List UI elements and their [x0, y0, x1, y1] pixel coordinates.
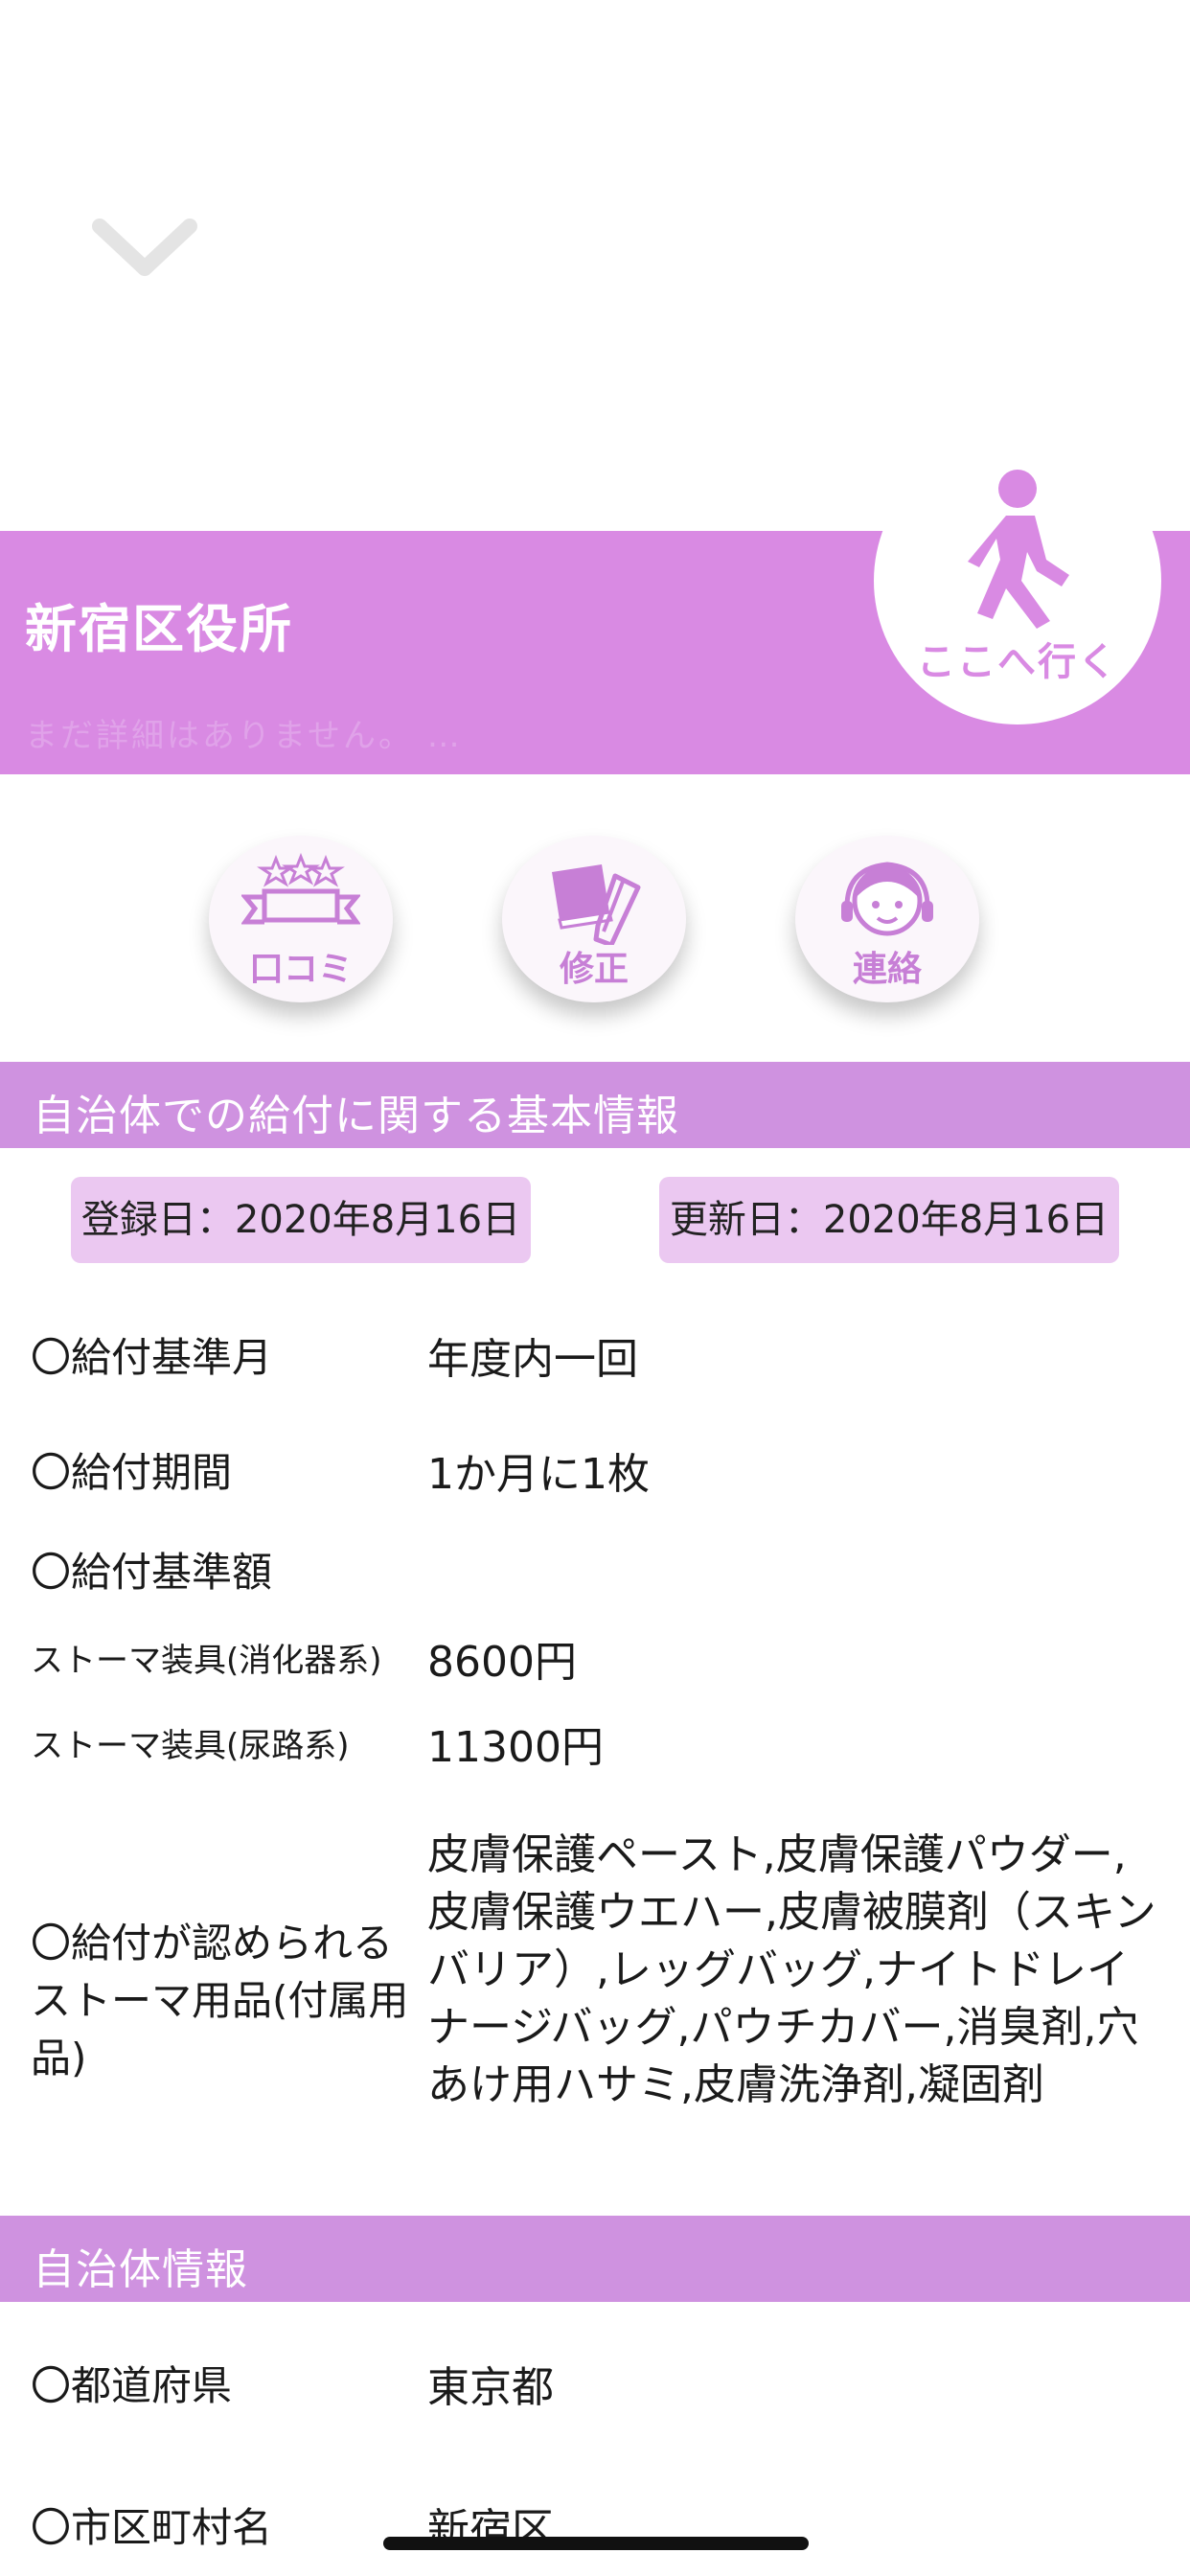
place-subtitle: まだ詳細はありません。 … [25, 717, 463, 755]
row-label-city: 〇市区町村名 [31, 2504, 273, 2551]
walking-person-icon [968, 470, 1069, 629]
home-indicator[interactable] [383, 2537, 809, 2550]
row-value-benefit-month: 年度内一回 [427, 1335, 638, 1384]
row-label-prefecture: 〇都道府県 [31, 2362, 233, 2409]
edit-label: 修正 [559, 950, 629, 989]
row-label-supplies: 〇給付が認められるストーマ用品(付属用品) [31, 1920, 409, 2082]
contact-operator-icon [841, 862, 933, 936]
row-label-benefit-month: 〇給付基準月 [31, 1334, 273, 1381]
section-title: 自治体での給付に関する基本情報 [33, 1092, 679, 1140]
contact-label: 連絡 [852, 950, 922, 989]
section-header-municipality: 自治体情報 [0, 2216, 1190, 2302]
review-stars-icon [241, 853, 360, 925]
edit-pencil-icon [552, 864, 641, 945]
place-title: 新宿区役所 [25, 599, 293, 659]
updated-date-badge: 更新日：2020年8月16日 [659, 1177, 1119, 1263]
edit-button[interactable]: 修正 [502, 836, 686, 1002]
row-label-urinary: ストーマ装具(尿路系) [31, 1727, 350, 1765]
registered-date-badge: 登録日：2020年8月16日 [71, 1177, 531, 1263]
chevron-down-icon[interactable] [92, 213, 197, 289]
row-value-prefecture: 東京都 [427, 2363, 554, 2412]
row-label-benefit-amount: 〇給付基準額 [31, 1549, 273, 1596]
contact-button[interactable]: 連絡 [795, 836, 979, 1002]
section-header-basic-info: 自治体での給付に関する基本情報 [0, 1062, 1190, 1148]
section-title: 自治体情報 [33, 2245, 248, 2294]
row-label-digestive: ストーマ装具(消化器系) [31, 1642, 382, 1680]
row-value-benefit-period: 1か月に1枚 [427, 1450, 650, 1499]
row-value-urinary: 11300円 [427, 1723, 604, 1772]
row-value-supplies: 皮膚保護ペースト,皮膚保護パウダー,皮膚保護ウエハー,皮膚被膜剤（スキンバリア）… [427, 1830, 1156, 2109]
row-label-benefit-period: 〇給付期間 [31, 1449, 233, 1496]
review-button[interactable]: 口コミ [209, 836, 393, 1002]
row-value-digestive: 8600円 [427, 1638, 577, 1687]
go-here-label: ここへ行く [917, 640, 1118, 684]
review-label: 口コミ [248, 950, 353, 989]
